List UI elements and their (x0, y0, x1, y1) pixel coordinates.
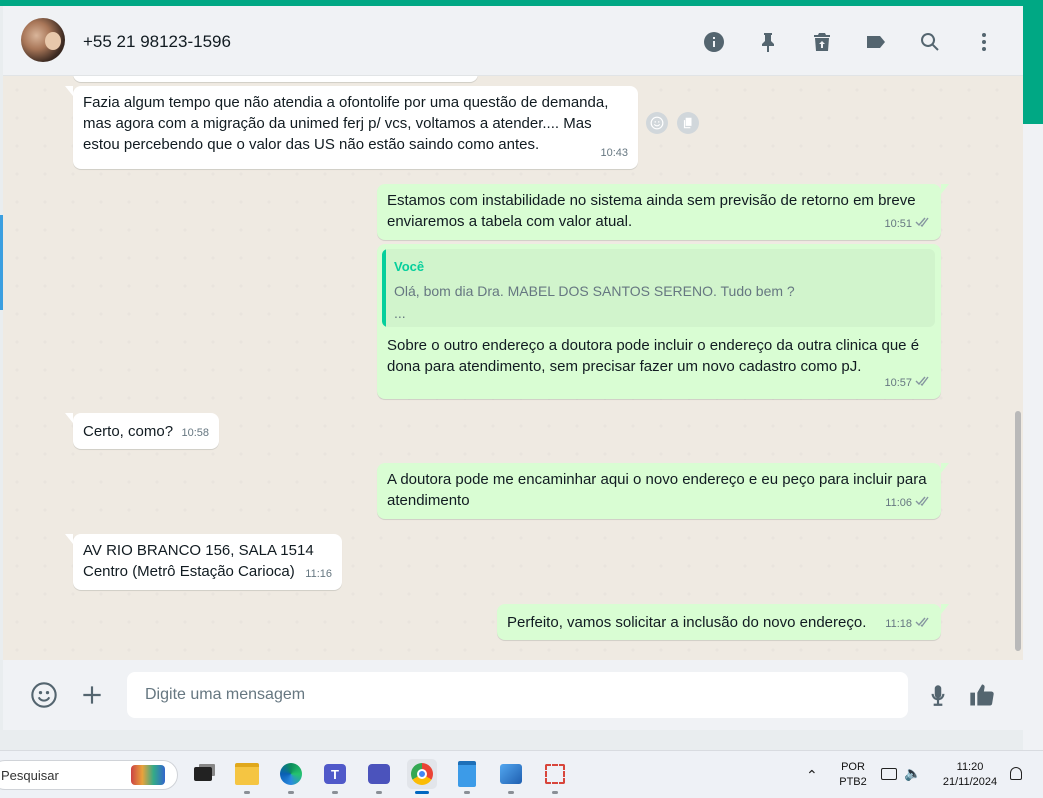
message-text: Sobre o outro endereço a doutora pode in… (387, 337, 920, 375)
read-ticks-icon (915, 214, 931, 235)
message-incoming[interactable]: AV RIO BRANCO 156, SALA 1514 Centro (Met… (65, 534, 342, 590)
volume-icon[interactable]: 🔈 (904, 765, 921, 782)
windows-taskbar: Pesquisar T ⌃ POR PTB2 🔈 11:20 21/11/2024 (0, 750, 1043, 798)
message-text-line: AV RIO BRANCO 156, SALA 1514 (83, 542, 314, 559)
taskbar-search-text: Pesquisar (1, 768, 59, 783)
file-explorer-icon[interactable] (232, 759, 262, 794)
read-ticks-icon (915, 614, 931, 635)
message-outgoing[interactable]: Perfeito, vamos solicitar a inclusão do … (497, 604, 949, 640)
notepad-icon[interactable] (452, 759, 482, 794)
chat-scrollbar[interactable] (1015, 411, 1021, 651)
message-text: Perfeito, vamos solicitar a inclusão do … (507, 614, 867, 631)
message-text-line: Centro (Metrô Estação Carioca) (83, 563, 295, 580)
thumbs-up-icon[interactable] (966, 679, 998, 711)
message-incoming[interactable]: Fazia algum tempo que não atendia a ofon… (65, 86, 638, 169)
message-text: Estamos com instabilidade no sistema ain… (387, 192, 916, 230)
edge-icon[interactable] (276, 759, 306, 794)
contact-avatar[interactable] (21, 18, 65, 62)
react-emoji-icon[interactable] (646, 112, 668, 134)
system-clock[interactable]: 11:20 21/11/2024 (934, 761, 1006, 788)
quote-text: Olá, bom dia Dra. MABEL DOS SANTOS SEREN… (394, 283, 795, 321)
contact-name[interactable]: +55 21 98123-1596 (83, 32, 231, 52)
message-text: Fazia algum tempo que não atendia a ofon… (83, 94, 609, 153)
photos-icon[interactable] (496, 759, 526, 794)
message-list[interactable]: Fazia algum tempo que não atendia a ofon… (3, 76, 1023, 660)
input-language[interactable]: POR PTB2 (836, 761, 870, 788)
chat-header: +55 21 98123-1596 (3, 6, 1023, 76)
search-highlight-icon (131, 765, 165, 785)
message-bubble-partial (73, 76, 478, 82)
message-outgoing[interactable]: Estamos com instabilidade no sistema ain… (377, 184, 949, 240)
message-outgoing[interactable]: A doutora pode me encaminhar aqui o novo… (377, 463, 949, 519)
search-icon[interactable] (915, 28, 945, 56)
background-accent-strip (1023, 6, 1043, 124)
quote-author: Você (394, 259, 425, 274)
message-time: 10:57 (884, 377, 912, 389)
notification-bell-icon[interactable] (1010, 767, 1022, 780)
message-time: 11:16 (305, 568, 332, 580)
message-incoming[interactable]: Certo, como? 10:58 (65, 413, 219, 449)
message-time: 11:18 (885, 618, 912, 630)
teams-work-icon[interactable] (364, 759, 394, 794)
tray-chevron-icon[interactable]: ⌃ (806, 767, 818, 784)
quoted-message[interactable]: Você Olá, bom dia Dra. MABEL DOS SANTOS … (382, 249, 935, 327)
message-time: 10:58 (181, 427, 209, 439)
snipping-tool-icon[interactable] (540, 759, 570, 794)
message-input[interactable] (127, 672, 908, 718)
taskbar-search[interactable]: Pesquisar (0, 760, 178, 790)
message-text: A doutora pode me encaminhar aqui o novo… (387, 471, 927, 509)
network-icon[interactable] (881, 768, 897, 780)
delete-icon[interactable] (807, 28, 837, 56)
info-icon[interactable] (699, 28, 729, 56)
pin-icon[interactable] (753, 28, 783, 56)
mic-icon[interactable] (922, 679, 954, 711)
plus-icon[interactable] (76, 679, 108, 711)
message-time: 10:43 (600, 147, 628, 159)
teams-icon[interactable]: T (320, 759, 350, 794)
menu-icon[interactable] (969, 28, 999, 56)
whatsapp-window: +55 21 98123-1596 Fazia algum tempo que … (3, 6, 1023, 730)
message-outgoing-reply[interactable]: Você Olá, bom dia Dra. MABEL DOS SANTOS … (377, 244, 941, 399)
copy-icon[interactable] (677, 112, 699, 134)
message-time: 11:06 (885, 497, 912, 509)
task-view-icon[interactable] (188, 759, 218, 789)
emoji-icon[interactable] (28, 679, 60, 711)
read-ticks-icon (915, 373, 931, 394)
read-ticks-icon (915, 493, 931, 514)
label-icon[interactable] (861, 28, 891, 56)
background-window-edge (1023, 124, 1043, 750)
message-time: 10:51 (884, 218, 912, 230)
message-composer (3, 660, 1023, 730)
chrome-icon[interactable] (407, 759, 437, 794)
